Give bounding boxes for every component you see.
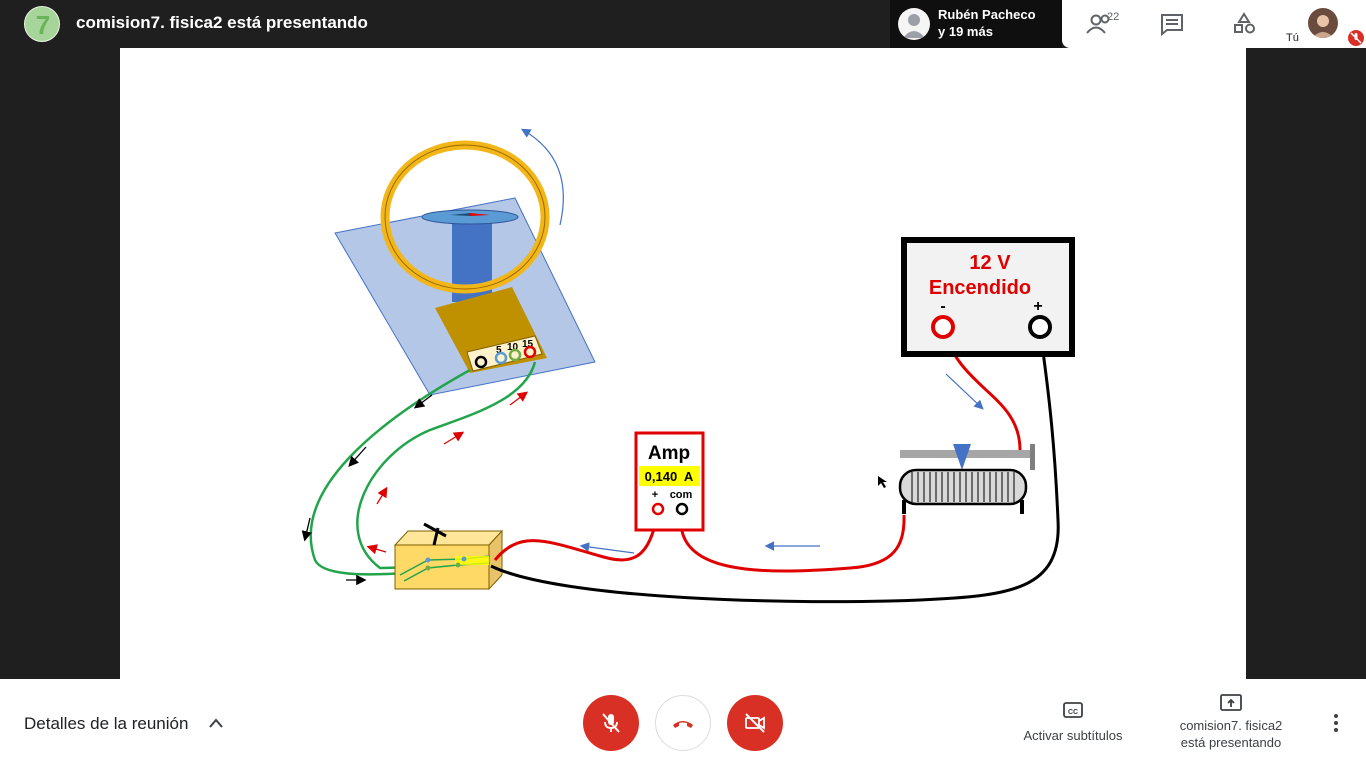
presenter-tile[interactable]: Rubén Pacheco y 19 más: [890, 0, 1062, 48]
more-vert-icon[interactable]: [1326, 713, 1346, 738]
arrow-red-2: [443, 431, 465, 445]
self-avatar: [1308, 8, 1338, 38]
presenter-avatar: [898, 8, 930, 40]
ammeter: Amp 0,140 A + com: [634, 431, 705, 532]
arrow-red-1: [509, 391, 529, 406]
arrow-red-4: [366, 544, 387, 555]
amp-terminal-plus: [651, 502, 665, 516]
presenting-button[interactable]: comision7. fisica2 está presentando: [1170, 693, 1292, 751]
activities-icon[interactable]: [1228, 10, 1260, 38]
captions-icon: CC: [1063, 702, 1083, 718]
chevron-up-icon[interactable]: [207, 716, 225, 735]
svg-text:CC: CC: [1068, 709, 1078, 716]
present-icon: [1220, 694, 1242, 711]
chat-icon[interactable]: [1156, 10, 1188, 38]
amp-reading: 0,140 A: [645, 469, 694, 484]
mic-toggle-button[interactable]: [583, 695, 639, 751]
presenting-title: comision7. fisica2 está presentando: [76, 13, 368, 32]
presenter-more: y 19 más: [938, 24, 993, 39]
meeting-details-button[interactable]: Detalles de la reunión: [24, 714, 188, 734]
hangup-button[interactable]: [655, 695, 711, 751]
self-tile[interactable]: Tú: [1278, 0, 1366, 48]
source-terminal-plus: [1028, 315, 1052, 339]
cursor-icon: [878, 476, 887, 488]
amp-com-label: com: [670, 489, 693, 501]
arrow-black-3: [301, 517, 312, 542]
source-plus-label: +: [1033, 298, 1042, 315]
amp-plus-label: +: [652, 489, 658, 501]
mic-off-badge-icon: [1348, 30, 1364, 46]
camera-off-icon: [745, 713, 765, 733]
presenting-line1: comision7. fisica2: [1179, 718, 1283, 733]
captions-button[interactable]: CC Activar subtítulos: [1016, 701, 1130, 743]
presenter-name: Rubén Pacheco: [938, 7, 1036, 22]
hangup-icon: [673, 721, 693, 728]
source-terminal-minus: [931, 315, 955, 339]
tangent-galvanometer: 5 10 15: [334, 128, 596, 396]
source-state: Encendido: [929, 277, 1031, 299]
top-bar: 7 comision7. fisica2 está presentando Ru…: [0, 0, 1366, 48]
switch-box: [393, 522, 504, 591]
rheostat-coil: [898, 468, 1028, 506]
logo-glyph: 7: [36, 10, 50, 40]
bottom-bar: Detalles de la reunión CC Activar subtít…: [0, 679, 1366, 768]
captions-label: Activar subtítulos: [1023, 728, 1123, 743]
mic-off-icon: [602, 713, 620, 733]
presenting-line2: está presentando: [1180, 735, 1282, 750]
participants-count: 22: [1107, 11, 1120, 23]
compass-disc: [421, 209, 519, 225]
amp-terminal-com: [675, 502, 689, 516]
circuit-diagram: 5 10 15 Amp 0,140 A + com 12 V Encendido…: [301, 128, 1075, 604]
amp-title: Amp: [648, 443, 690, 464]
arrow-red-3: [376, 486, 388, 505]
source-value: 12 V: [969, 252, 1011, 274]
red-wire-amp-rheostat: [679, 509, 906, 573]
self-label: Tú: [1286, 32, 1299, 44]
meeting-logo: 7: [24, 6, 60, 42]
power-source: 12 V Encendido - +: [901, 237, 1075, 357]
presented-slide: 5 10 15 Amp 0,140 A + com 12 V Encendido…: [120, 48, 1246, 679]
source-minus-label: -: [940, 298, 945, 315]
top-right-panel: [1062, 0, 1278, 48]
camera-toggle-button[interactable]: [727, 695, 783, 751]
black-wire-return: [490, 329, 1060, 604]
rheostat: [898, 444, 1035, 514]
